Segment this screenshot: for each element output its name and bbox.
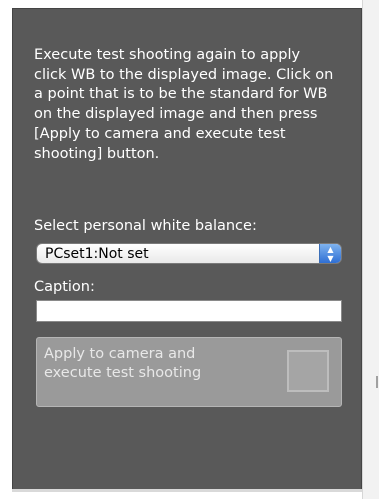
caption-label: Caption: bbox=[34, 279, 95, 295]
scrollbar-edge-mark bbox=[376, 376, 378, 388]
apply-to-camera-button[interactable]: Apply to camera and execute test shootin… bbox=[36, 337, 342, 407]
white-balance-select-label: Select personal white balance: bbox=[34, 218, 257, 234]
window-frame: Execute test shooting again to apply cli… bbox=[0, 0, 379, 499]
up-down-arrows-icon[interactable]: ▲ ▼ bbox=[319, 244, 341, 263]
camera-apply-icon bbox=[287, 350, 329, 392]
instructions-text: Execute test shooting again to apply cli… bbox=[34, 47, 334, 162]
panel-bottom-border bbox=[12, 489, 362, 492]
caption-input[interactable] bbox=[36, 300, 342, 322]
apply-to-camera-button-label: Apply to camera and execute test shootin… bbox=[44, 346, 202, 381]
white-balance-select[interactable]: PCset1:Not set ▲ ▼ bbox=[36, 243, 342, 264]
white-balance-selected-value: PCset1:Not set bbox=[45, 246, 149, 262]
vertical-scrollbar[interactable] bbox=[362, 0, 379, 499]
